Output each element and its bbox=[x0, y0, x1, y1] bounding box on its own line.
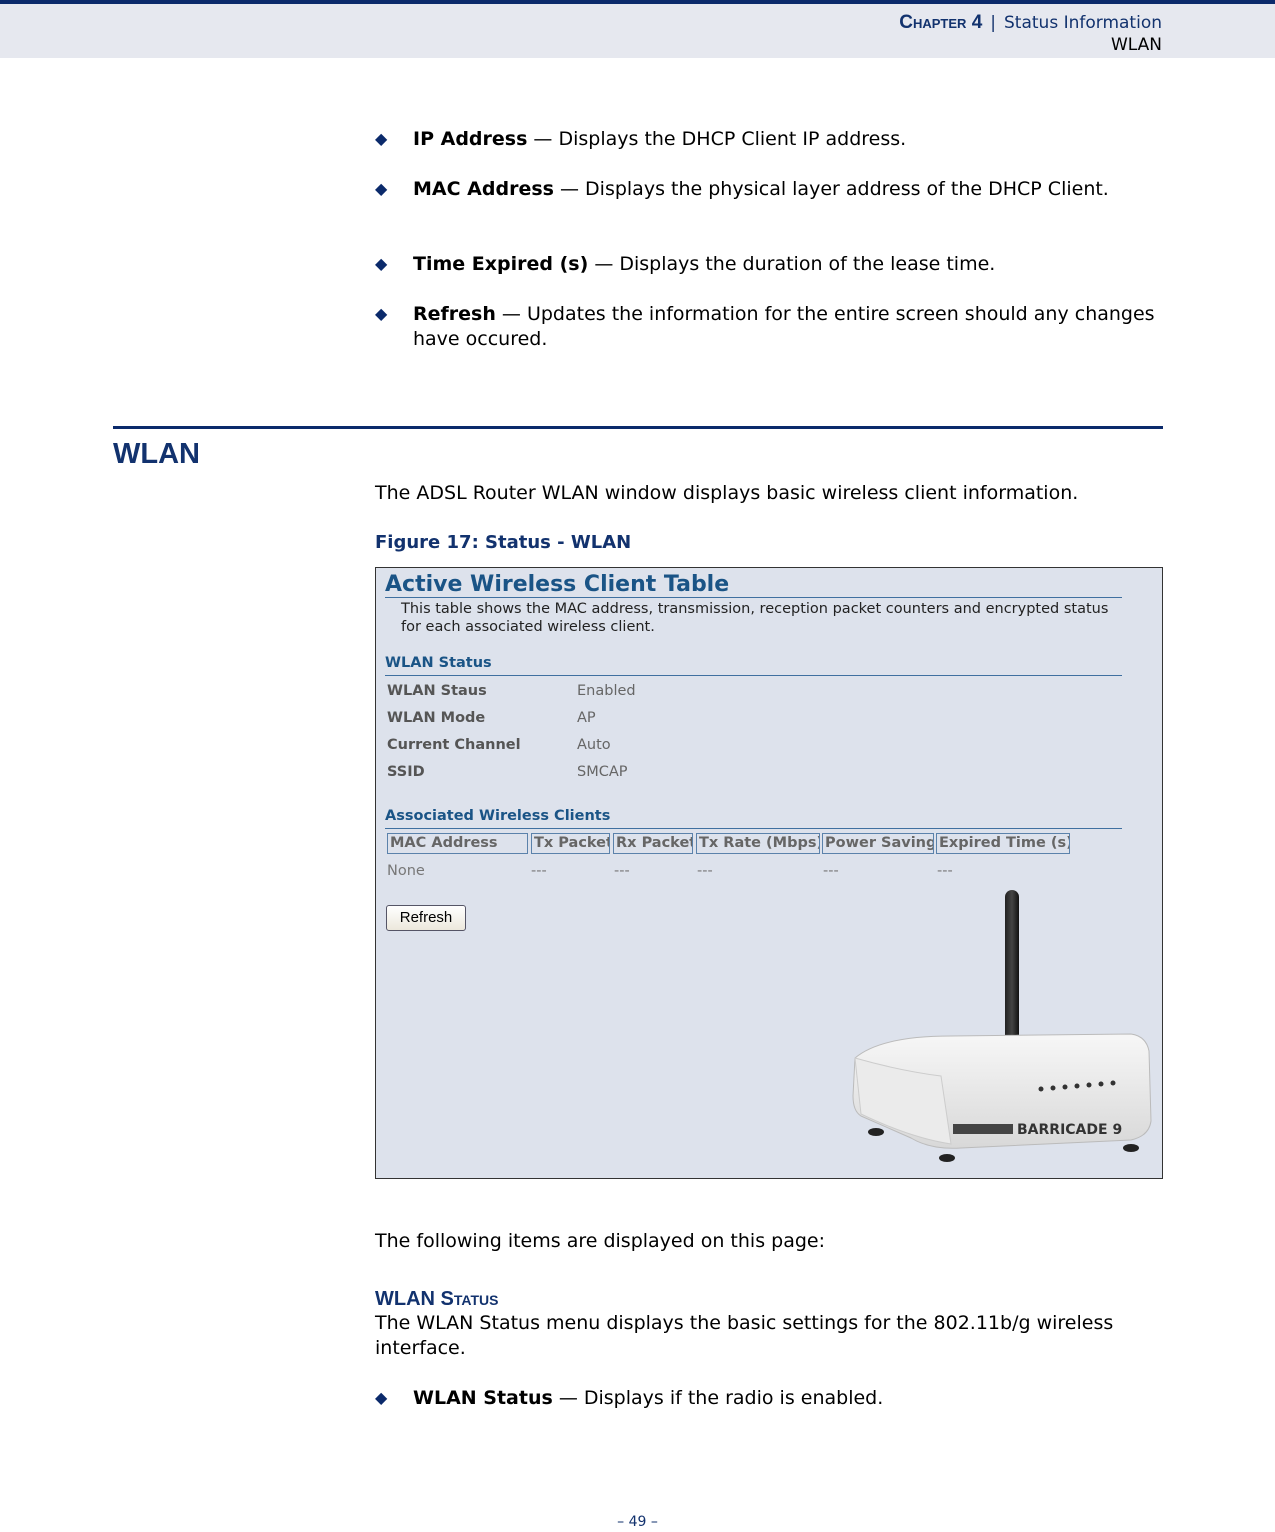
page-number: – 49 – bbox=[617, 1514, 658, 1530]
bullet-term: IP Address bbox=[413, 128, 528, 150]
header-section: WLAN bbox=[1110, 35, 1162, 55]
header-separator: | bbox=[990, 13, 997, 33]
bullet-refresh: ◆ Refresh — Updates the information for … bbox=[375, 302, 1155, 352]
wlan-status-underline bbox=[385, 675, 1122, 676]
clients-underline bbox=[385, 828, 1122, 829]
header-chapter-line: Chapter 4 | Status Information bbox=[899, 12, 1162, 34]
table-cell: --- bbox=[823, 863, 839, 879]
bullet-wlan-status: ◆ WLAN Status — Displays if the radio is… bbox=[375, 1386, 1155, 1411]
section-title: WLAN bbox=[113, 438, 200, 470]
diamond-bullet-icon: ◆ bbox=[375, 254, 388, 273]
status-label: WLAN Staus bbox=[387, 683, 487, 699]
bullet-ip-address: ◆ IP Address — Displays the DHCP Client … bbox=[375, 127, 1155, 152]
bullet-term: Time Expired (s) bbox=[413, 253, 589, 275]
chapter-title: Status Information bbox=[1004, 13, 1162, 33]
figure-caption: Figure 17: Status - WLAN bbox=[375, 532, 632, 553]
title-underline bbox=[385, 597, 1122, 598]
figure-description: This table shows the MAC address, transm… bbox=[401, 601, 1109, 635]
column-header: Tx Rate (Mbps) bbox=[696, 833, 820, 854]
bullet-desc: — Displays the duration of the lease tim… bbox=[588, 253, 996, 275]
status-value: Auto bbox=[577, 737, 611, 753]
bullet-term: Refresh bbox=[413, 303, 496, 325]
table-cell: --- bbox=[937, 863, 953, 879]
diamond-bullet-icon: ◆ bbox=[375, 1388, 388, 1407]
diamond-bullet-icon: ◆ bbox=[375, 304, 388, 323]
column-header: Rx Packet bbox=[613, 833, 693, 854]
chapter-label: Chapter 4 bbox=[899, 12, 983, 33]
subsection-description: The WLAN Status menu displays the basic … bbox=[375, 1312, 1114, 1359]
subsection-heading: WLAN Status bbox=[375, 1288, 499, 1310]
items-intro: The following items are displayed on thi… bbox=[375, 1230, 825, 1252]
status-value: AP bbox=[577, 710, 596, 726]
section-intro: The ADSL Router WLAN window displays bas… bbox=[375, 482, 1079, 504]
router-image: BARRICADE 9 bbox=[852, 890, 1152, 1162]
router-model: BARRICADE 9 bbox=[1017, 1122, 1122, 1138]
bullet-desc: — Displays if the radio is enabled. bbox=[552, 1387, 884, 1409]
column-header: Tx Packet bbox=[531, 833, 610, 854]
table-cell: --- bbox=[614, 863, 630, 879]
bullet-desc: — Updates the information for the entire… bbox=[413, 303, 1155, 350]
column-header: Expired Time (s) bbox=[936, 833, 1070, 854]
status-label: WLAN Mode bbox=[387, 710, 486, 726]
status-value: SMCAP bbox=[577, 764, 628, 780]
page-header: Chapter 4 | Status Information WLAN bbox=[0, 4, 1275, 58]
bullet-mac-address: ◆ MAC Address — Displays the physical la… bbox=[375, 177, 1135, 202]
router-brand-label bbox=[953, 1124, 1013, 1134]
antenna bbox=[1005, 890, 1019, 1050]
column-header: Power Saving bbox=[822, 833, 934, 854]
bullet-term: MAC Address bbox=[413, 178, 554, 200]
clients-heading: Associated Wireless Clients bbox=[385, 808, 611, 824]
status-value: Enabled bbox=[577, 683, 636, 699]
bullet-time-expired: ◆ Time Expired (s) — Displays the durati… bbox=[375, 252, 1155, 277]
table-cell: --- bbox=[531, 863, 547, 879]
refresh-button[interactable]: Refresh bbox=[386, 905, 466, 931]
table-cell: --- bbox=[697, 863, 713, 879]
section-divider bbox=[113, 426, 1163, 429]
status-label: Current Channel bbox=[387, 737, 521, 753]
bullet-term: WLAN Status bbox=[413, 1387, 553, 1409]
bullet-desc: — Displays the DHCP Client IP address. bbox=[527, 128, 907, 150]
table-cell: None bbox=[387, 863, 425, 879]
figure-screenshot: Active Wireless Client Table This table … bbox=[375, 567, 1163, 1179]
wlan-status-heading: WLAN Status bbox=[385, 655, 492, 671]
column-header: MAC Address bbox=[387, 833, 528, 854]
diamond-bullet-icon: ◆ bbox=[375, 129, 388, 148]
figure-title: Active Wireless Client Table bbox=[385, 572, 730, 597]
status-label: SSID bbox=[387, 764, 425, 780]
diamond-bullet-icon: ◆ bbox=[375, 179, 388, 198]
bullet-desc: — Displays the physical layer address of… bbox=[553, 178, 1109, 200]
